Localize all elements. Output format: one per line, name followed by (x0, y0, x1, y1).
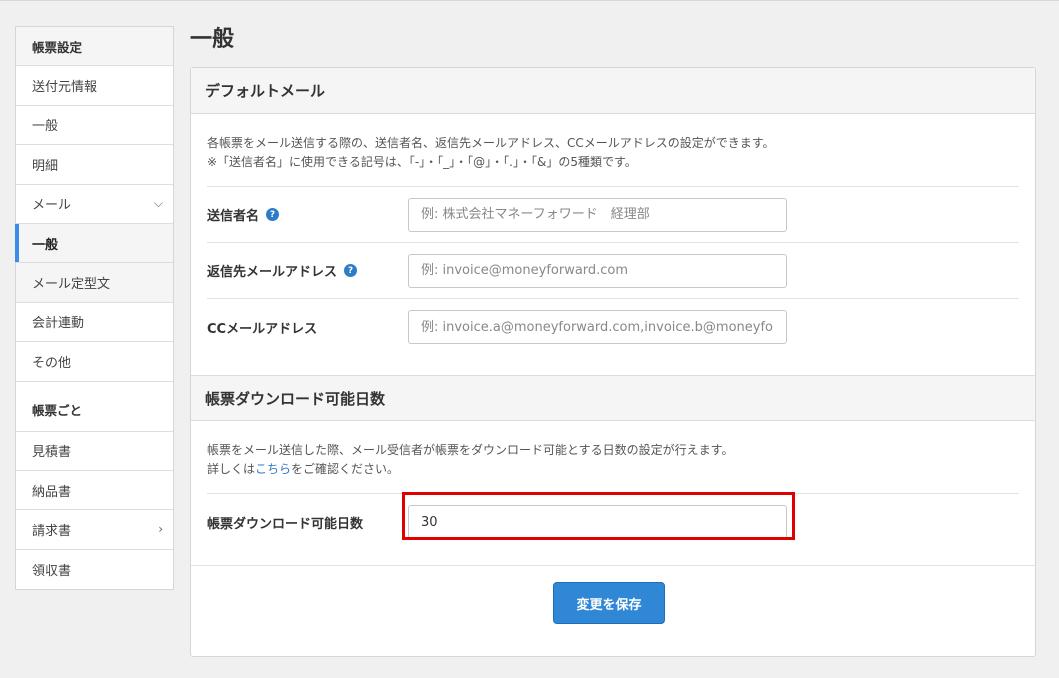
reply-address-input[interactable] (408, 253, 787, 288)
sidebar-item-estimate[interactable]: 見積書 (16, 432, 173, 471)
download-desc-line1: 帳票をメール送信した際、メール受信者が帳票をダウンロード可能とする日数の設定が行… (207, 443, 734, 457)
settings-panel: デフォルトメール 各帳票をメール送信する際の、送信者名、返信先メールアドレス、C… (190, 67, 1036, 657)
sidebar-item-sender-info[interactable]: 送付元情報 (16, 66, 173, 106)
sidebar-group-title-invoice-settings: 帳票設定 (16, 27, 173, 67)
sidebar-item-mail[interactable]: メール ⌵ (16, 185, 173, 224)
sender-name-label: 送信者名 (207, 209, 260, 224)
cc-address-label: CCメールアドレス (207, 321, 318, 337)
sidebar-subitem-mail-general[interactable]: 一般 (15, 223, 173, 264)
download-days-row: 帳票ダウンロード可能日数 (207, 494, 1019, 550)
download-days-heading: 帳票ダウンロード可能日数 (191, 375, 1035, 421)
sidebar-item-delivery-slip[interactable]: 納品書 (16, 471, 173, 511)
sidebar-item-mail-label: メール (32, 198, 72, 214)
sidebar-item-general[interactable]: 一般 (16, 106, 173, 146)
download-desc-line2: 詳しくはこちらをご確認ください。 (207, 460, 1019, 479)
settings-sidebar: 帳票設定 送付元情報 一般 明細 メール ⌵ 一般 メール定型文 会計連動 その… (15, 26, 174, 591)
cc-address-row: CCメールアドレス (207, 299, 1019, 355)
default-mail-heading: デフォルトメール (191, 68, 1035, 114)
chevron-right-icon: › (158, 522, 163, 537)
sidebar-item-invoice-label: 請求書 (32, 523, 72, 539)
page-title: 一般 (190, 27, 235, 52)
download-days-label: 帳票ダウンロード可能日数 (207, 516, 364, 532)
details-link[interactable]: こちら (255, 462, 291, 476)
default-mail-description: 各帳票をメール送信する際の、送信者名、返信先メールアドレス、CCメールアドレスの… (191, 114, 1035, 186)
sidebar-item-accounting-link[interactable]: 会計連動 (16, 303, 173, 343)
default-mail-desc-line2: ※「送信者名」に使用できる記号は、「-」・「_」・「@」・「.」・「&」の5種類… (207, 155, 637, 169)
sidebar-item-receipt[interactable]: 領収書 (16, 550, 173, 589)
download-days-description: 帳票をメール送信した際、メール受信者が帳票をダウンロード可能とする日数の設定が行… (191, 421, 1035, 493)
cc-address-input[interactable] (408, 310, 787, 344)
download-desc-post: をご確認ください。 (291, 462, 400, 476)
download-desc-pre: 詳しくは (207, 462, 256, 476)
sidebar-subitem-mail-template[interactable]: メール定型文 (16, 263, 173, 303)
chevron-down-icon: ⌵ (153, 196, 163, 211)
divider (191, 565, 1035, 566)
reply-address-row: 返信先メールアドレス ? (207, 243, 1019, 299)
sender-name-input[interactable] (408, 197, 787, 232)
save-changes-button[interactable]: 変更を保存 (553, 582, 665, 624)
sender-name-row: 送信者名 ? (207, 187, 1019, 243)
help-icon[interactable]: ? (344, 264, 358, 277)
reply-address-label: 返信先メールアドレス (207, 265, 338, 280)
sidebar-item-other[interactable]: その他 (16, 342, 173, 382)
sidebar-item-details[interactable]: 明細 (16, 145, 173, 185)
sidebar-group-title-per-document: 帳票ごと (16, 382, 173, 432)
sender-name-label-wrap: 送信者名 ? (207, 205, 408, 224)
default-mail-desc-line1: 各帳票をメール送信する際の、送信者名、返信先メールアドレス、CCメールアドレスの… (207, 136, 775, 150)
help-icon[interactable]: ? (266, 208, 280, 221)
reply-address-label-wrap: 返信先メールアドレス ? (207, 261, 408, 280)
download-days-input[interactable] (408, 505, 787, 539)
sidebar-item-invoice[interactable]: 請求書 › (16, 510, 173, 550)
